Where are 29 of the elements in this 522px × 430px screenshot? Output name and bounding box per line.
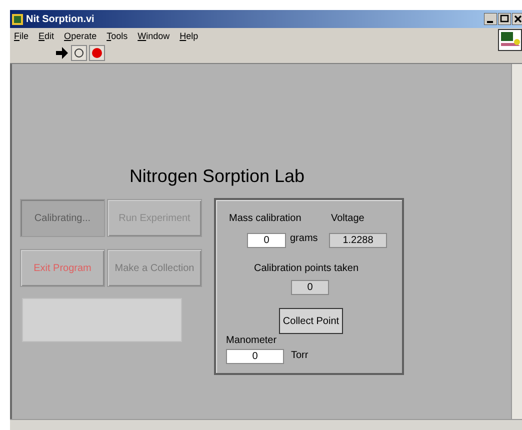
calibration-points-label: Calibration points taken [254, 263, 359, 274]
maximize-icon[interactable] [498, 13, 511, 25]
voltage-label: Voltage [331, 213, 364, 224]
torr-label: Torr [291, 350, 308, 361]
menu-item[interactable]: Window [138, 30, 170, 40]
collect-point-button[interactable]: Collect Point [279, 308, 343, 334]
run-arrow-icon[interactable] [55, 46, 69, 60]
menu-item[interactable]: File [14, 30, 29, 40]
voltage-indicator: 1.2288 [329, 233, 387, 248]
menu-item[interactable]: Tools [106, 30, 128, 40]
manometer-input[interactable]: 0 [226, 349, 284, 364]
menu-item[interactable]: Operate [64, 30, 97, 40]
mass-calibration-label: Mass calibration [229, 213, 302, 224]
menu-item[interactable]: Edit [38, 30, 54, 40]
menu-item[interactable]: Help [180, 30, 198, 40]
panel-title: Nitrogen Sorption Lab [128, 166, 306, 187]
calibration-points-indicator: 0 [291, 280, 329, 295]
minimize-icon[interactable] [484, 13, 497, 25]
manometer-label: Manometer [226, 335, 277, 346]
grams-label: grams [290, 233, 318, 244]
horizontal-scrollbar[interactable] [10, 419, 522, 430]
abort-icon[interactable] [89, 45, 105, 61]
vertical-scrollbar[interactable] [511, 64, 522, 419]
window-title: Nit Sorption.vi [26, 14, 94, 24]
run-continuously-icon[interactable] [71, 45, 87, 61]
app-icon [12, 14, 23, 24]
close-icon[interactable] [512, 13, 522, 25]
mass-input[interactable]: 0 [247, 233, 286, 248]
vi-icon [498, 29, 522, 51]
